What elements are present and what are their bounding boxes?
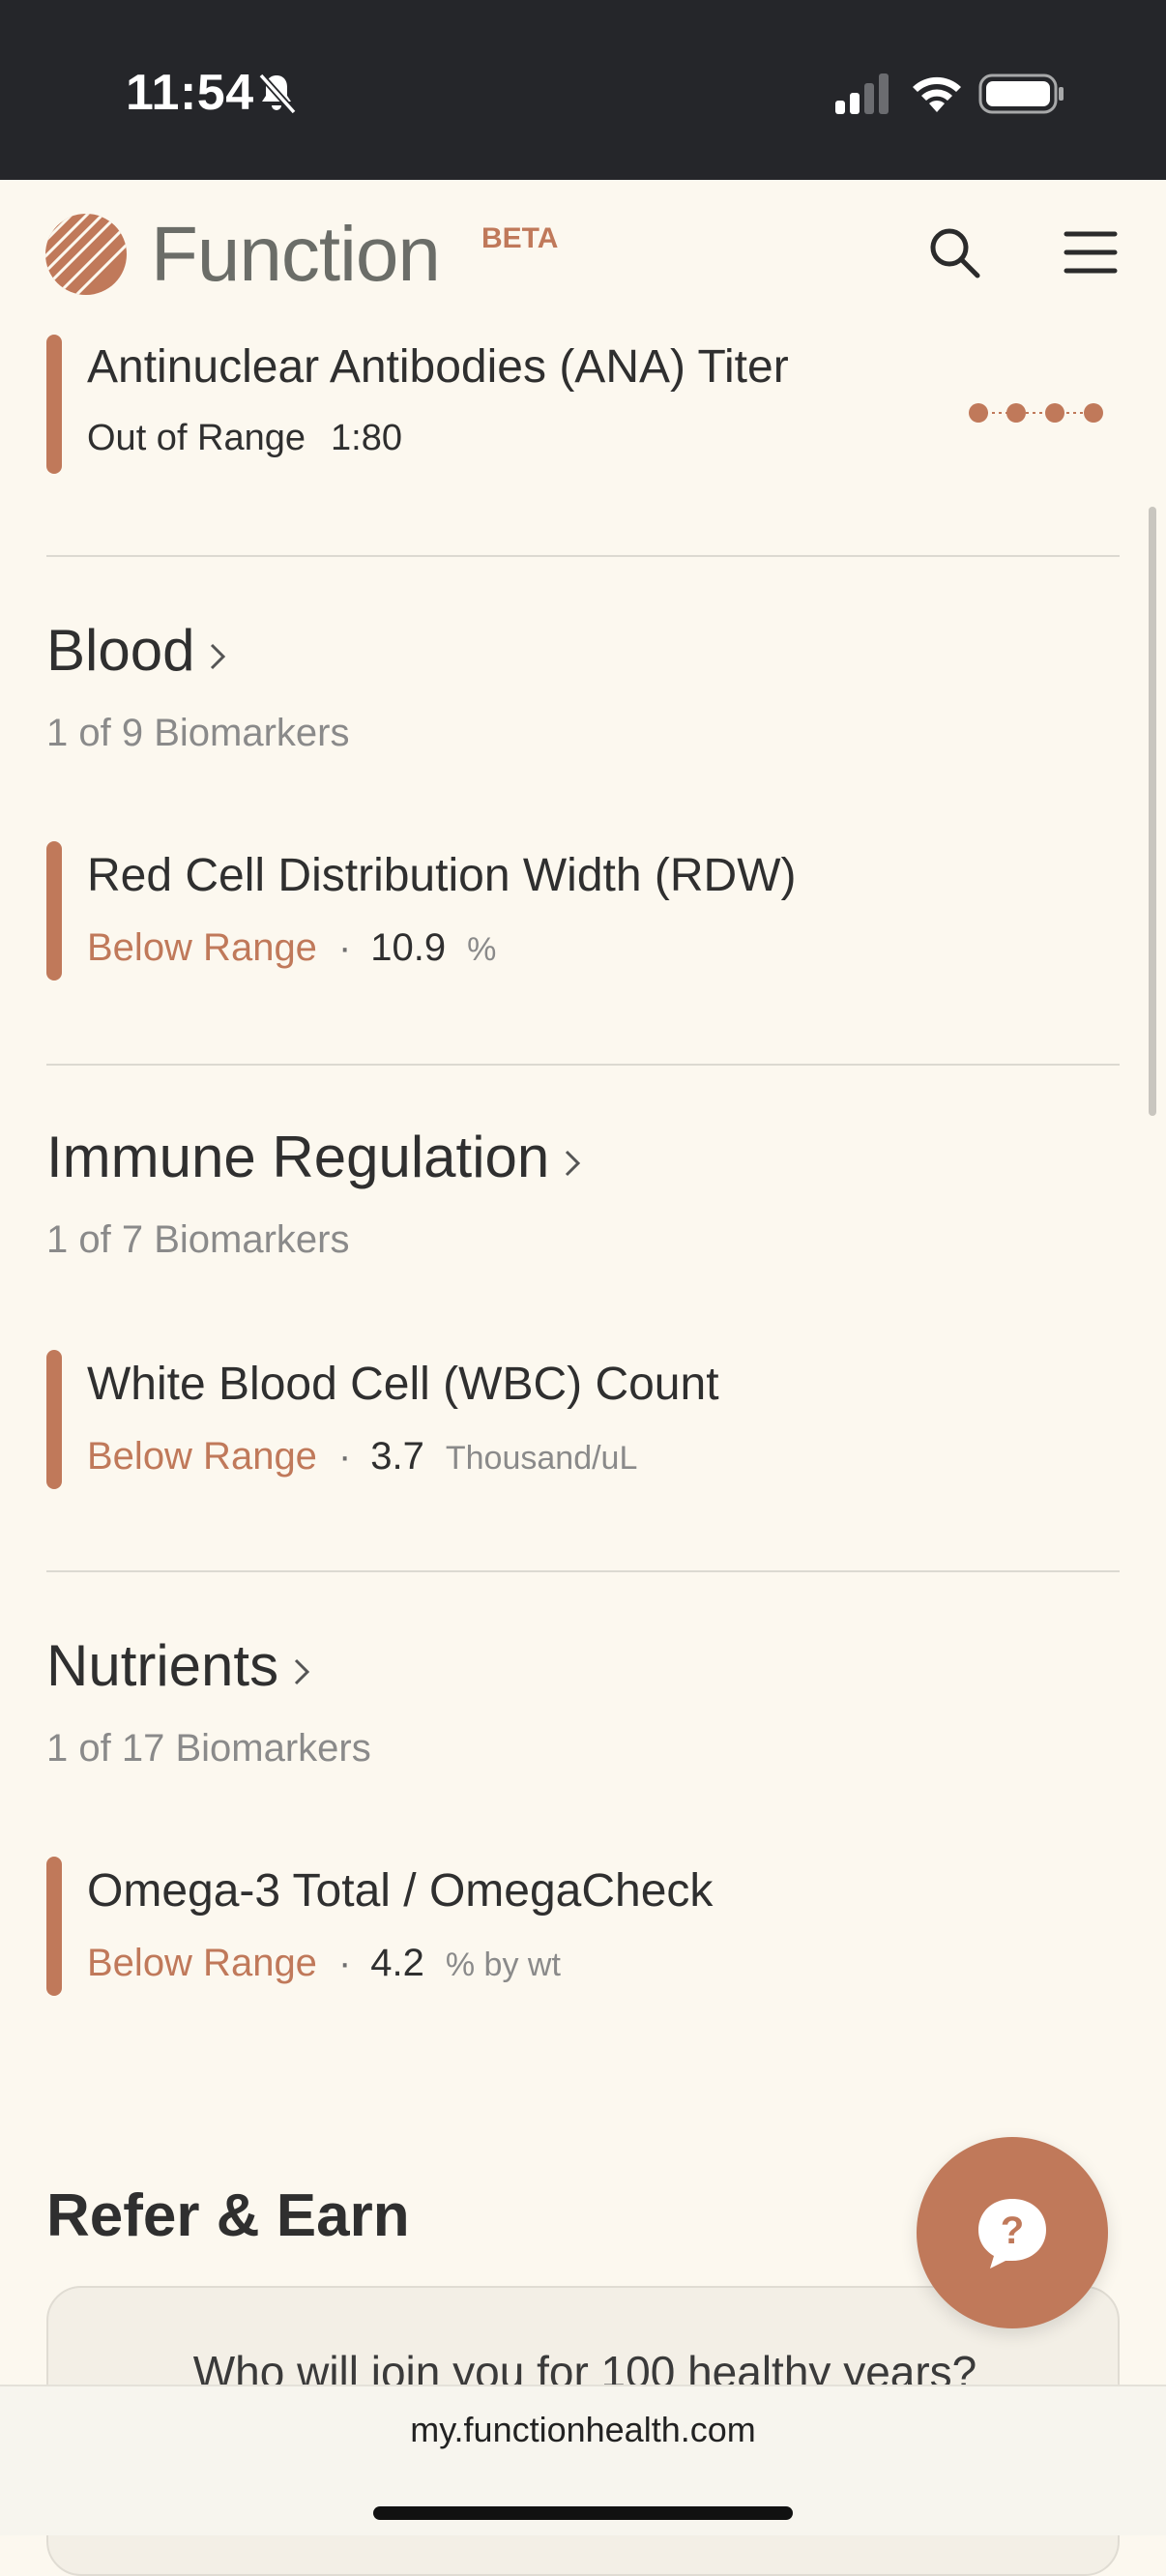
biomarker-unit: Thousand/uL [445, 1440, 638, 1477]
section-title-text: Immune Regulation [46, 1125, 550, 1189]
function-logo-icon[interactable] [44, 213, 128, 296]
biomarker-status: Out of Range [87, 418, 306, 458]
biomarker-unit: % [467, 931, 497, 968]
biomarker-name: White Blood Cell (WBC) Count [87, 1359, 719, 1410]
biomarker-name: Red Cell Distribution Width (RDW) [87, 850, 797, 901]
menu-icon[interactable] [1064, 228, 1118, 277]
biomarker-ana[interactable]: Antinuclear Antibodies (ANA) Titer Out o… [46, 335, 1120, 474]
separator-dot: · [337, 1435, 352, 1478]
biomarker-status: Below Range [87, 926, 317, 969]
status-indicator-bar [46, 335, 62, 474]
biomarker-value: 4.2 [370, 1942, 424, 1984]
biomarker-rdw[interactable]: Red Cell Distribution Width (RDW) Below … [46, 841, 1120, 981]
range-dots-icon [969, 403, 1103, 423]
section-title-immune-regulation[interactable]: Immune Regulation [46, 1124, 586, 1190]
brand-name[interactable]: Function [151, 213, 441, 296]
signal-icon [835, 73, 889, 114]
url-text[interactable]: my.functionhealth.com [0, 2410, 1166, 2450]
biomarker-unit: % by wt [445, 1947, 561, 1983]
section-title-text: Nutrients [46, 1633, 279, 1698]
search-icon[interactable] [926, 224, 982, 280]
biomarker-omega3[interactable]: Omega-3 Total / OmegaCheck Below Range ·… [46, 1857, 1120, 1996]
section-title-blood[interactable]: Blood [46, 617, 231, 684]
status-indicator-bar [46, 841, 62, 981]
biomarker-value: 3.7 [370, 1435, 424, 1478]
separator-dot: · [337, 1942, 352, 1984]
biomarker-name: Antinuclear Antibodies (ANA) Titer [87, 341, 789, 393]
section-title-text: Blood [46, 618, 195, 683]
biomarker-status: Below Range [87, 1435, 317, 1478]
app-header: Function BETA [0, 180, 1166, 325]
biomarker-value: 10.9 [370, 926, 447, 969]
biomarker-value: 1:80 [331, 418, 403, 458]
chevron-right-icon [211, 643, 226, 669]
chevron-right-icon [295, 1658, 310, 1684]
bell-slash-icon [258, 73, 297, 115]
section-title-nutrients[interactable]: Nutrients [46, 1632, 315, 1699]
status-indicator-bar [46, 1350, 62, 1489]
biomarker-status: Below Range [87, 1942, 317, 1984]
section-count: 1 of 17 Biomarkers [46, 1727, 371, 1770]
divider [46, 1064, 1120, 1066]
status-time: 11:54 [126, 65, 254, 121]
divider [46, 1570, 1120, 1572]
separator-dot: · [337, 926, 352, 969]
help-button[interactable]: ? [917, 2137, 1108, 2328]
biomarker-wbc[interactable]: White Blood Cell (WBC) Count Below Range… [46, 1350, 1120, 1489]
chevron-right-icon [566, 1150, 581, 1176]
status-indicator-bar [46, 1857, 62, 1996]
section-count: 1 of 7 Biomarkers [46, 1218, 350, 1261]
svg-text:?: ? [1001, 2210, 1024, 2252]
biomarker-name: Omega-3 Total / OmegaCheck [87, 1865, 714, 1917]
refer-earn-heading: Refer & Earn [46, 2182, 410, 2249]
help-icon: ? [978, 2199, 1046, 2269]
status-bar: 11:54 [0, 0, 1166, 180]
divider [46, 555, 1120, 557]
section-count: 1 of 9 Biomarkers [46, 712, 350, 754]
browser-bar: my.functionhealth.com [0, 2385, 1166, 2535]
beta-badge: BETA [481, 222, 559, 254]
home-indicator[interactable] [373, 2506, 793, 2520]
scrollbar-thumb[interactable] [1149, 507, 1156, 1116]
battery-icon [978, 73, 1064, 114]
wifi-icon [913, 76, 961, 112]
